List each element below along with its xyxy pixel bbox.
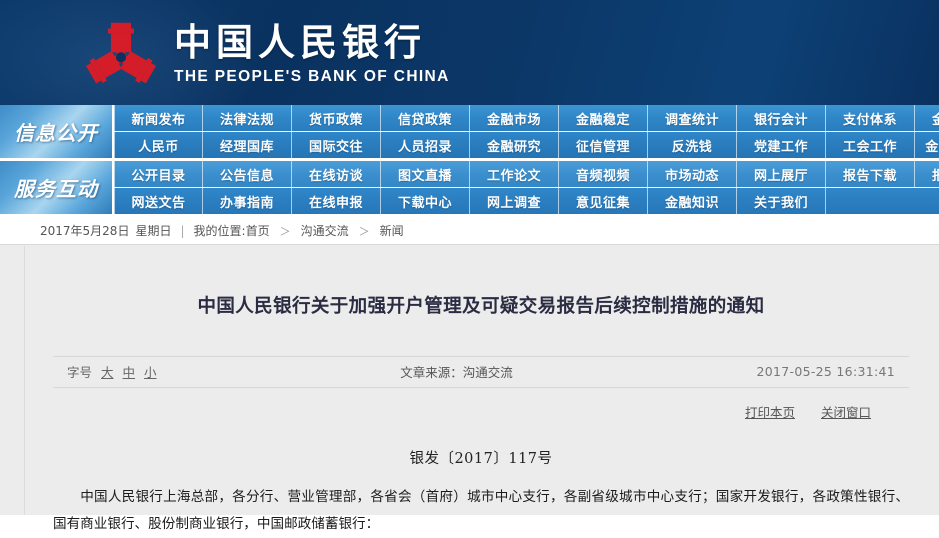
nav-rows-service-interaction: 公开目录 公告信息 在线访谈 图文直播 工作论文 音频视频 市场动态 网上展厅 … xyxy=(114,161,939,214)
nav-block-info-disclosure: 信息公开 新闻发布 法律法规 货币政策 信贷政策 金融市场 金融稳定 调查统计 … xyxy=(0,105,939,158)
nav-row-spacer xyxy=(826,188,939,214)
nav-item-online-documents[interactable]: 网送文告 xyxy=(114,188,203,214)
breadcrumb-item-home[interactable]: 首页 xyxy=(246,222,270,239)
font-size-small-button[interactable]: 小 xyxy=(144,362,157,381)
breadcrumb-separator: | xyxy=(180,223,185,238)
nav-item-rmb[interactable]: 人民币 xyxy=(114,132,203,158)
nav-rows-info-disclosure: 新闻发布 法律法规 货币政策 信贷政策 金融市场 金融稳定 调查统计 银行会计 … xyxy=(114,105,939,158)
nav-item-recruitment[interactable]: 人员招录 xyxy=(381,132,470,158)
nav-item-working-papers[interactable]: 工作论文 xyxy=(470,161,559,187)
font-size-medium-button[interactable]: 中 xyxy=(123,362,136,381)
nav-item-union-work[interactable]: 工会工作 xyxy=(826,132,915,158)
nav-row: 新闻发布 法律法规 货币政策 信贷政策 金融市场 金融稳定 调查统计 银行会计 … xyxy=(114,105,939,131)
article-panel: 中国人民银行关于加强开户管理及可疑交易报告后续控制措施的通知 字号 大 中 小 … xyxy=(24,246,937,532)
nav-item-laws-regulations[interactable]: 法律法规 xyxy=(203,105,292,131)
nav-item-credit-reference[interactable]: 征信管理 xyxy=(559,132,648,158)
nav-item-credit-policy[interactable]: 信贷政策 xyxy=(381,105,470,131)
nav-item-international-exchange[interactable]: 国际交往 xyxy=(292,132,381,158)
nav-item-live-broadcast[interactable]: 图文直播 xyxy=(381,161,470,187)
nav-item-financial-research[interactable]: 金融研究 xyxy=(470,132,559,158)
nav-item-download-center[interactable]: 下载中心 xyxy=(381,188,470,214)
nav-item-financial-market[interactable]: 金融市场 xyxy=(470,105,559,131)
nav-item-online-interview[interactable]: 在线访谈 xyxy=(292,161,381,187)
nav-item-fintech[interactable]: 金融科技 xyxy=(915,105,939,131)
font-size-control: 字号 大 中 小 xyxy=(67,362,157,381)
nav-row: 人民币 经理国库 国际交往 人员招录 金融研究 征信管理 反洗钱 党建工作 工会… xyxy=(114,131,939,158)
article-meta-row: 字号 大 中 小 文章来源：沟通交流 2017-05-25 16:31:41 xyxy=(53,355,909,388)
nav-section-label-service-interaction[interactable]: 服务互动 xyxy=(0,161,114,214)
nav-item-about-us[interactable]: 关于我们 xyxy=(737,188,826,214)
nav-block-service-interaction: 服务互动 公开目录 公告信息 在线访谈 图文直播 工作论文 音频视频 市场动态 … xyxy=(0,161,939,214)
breadcrumb-item-communication[interactable]: 沟通交流 xyxy=(301,222,349,239)
nav-item-market-trends[interactable]: 市场动态 xyxy=(648,161,737,187)
article-tools: 打印本页 关闭窗口 xyxy=(53,402,909,421)
nav-item-payment-system[interactable]: 支付体系 xyxy=(826,105,915,131)
nav-item-announcements[interactable]: 公告信息 xyxy=(203,161,292,187)
breadcrumb-location-label: 我的位置: xyxy=(193,224,246,238)
nav-item-online-survey[interactable]: 网上调查 xyxy=(470,188,559,214)
nav-item-monetary-policy[interactable]: 货币政策 xyxy=(292,105,381,131)
nav-item-bank-accounting[interactable]: 银行会计 xyxy=(737,105,826,131)
nav-item-financial-standardization[interactable]: 金融标准化 xyxy=(915,132,939,158)
site-header: 中国人民银行 THE PEOPLE'S BANK OF CHINA xyxy=(0,0,939,105)
document-number: 银发〔2017〕117号 xyxy=(409,450,553,467)
nav-item-anti-money-laundering[interactable]: 反洗钱 xyxy=(648,132,737,158)
nav-item-online-exhibition[interactable]: 网上展厅 xyxy=(737,161,826,187)
nav-section-label-info-disclosure[interactable]: 信息公开 xyxy=(0,105,114,158)
nav-item-treasury-management[interactable]: 经理国库 xyxy=(203,132,292,158)
page-title: 中国人民银行关于加强开户管理及可疑交易报告后续控制措施的通知 xyxy=(197,296,765,317)
nav-row: 网送文告 办事指南 在线申报 下载中心 网上调查 意见征集 金融知识 关于我们 xyxy=(114,187,939,214)
nav-item-financial-stability[interactable]: 金融稳定 xyxy=(559,105,648,131)
nav-item-audio-video[interactable]: 音频视频 xyxy=(559,161,648,187)
nav-item-financial-knowledge[interactable]: 金融知识 xyxy=(648,188,737,214)
article-area: 中国人民银行关于加强开户管理及可疑交易报告后续控制措施的通知 字号 大 中 小 … xyxy=(0,245,939,532)
nav-item-public-catalog[interactable]: 公开目录 xyxy=(114,161,203,187)
nav-item-yearbook[interactable]: 报刊年鉴 xyxy=(915,161,939,187)
header-inner: 中国人民银行 THE PEOPLE'S BANK OF CHINA xyxy=(0,0,939,105)
brand-text: 中国人民银行 THE PEOPLE'S BANK OF CHINA xyxy=(174,19,450,86)
close-window-button[interactable]: 关闭窗口 xyxy=(821,402,871,421)
nav-item-opinion-collection[interactable]: 意见征集 xyxy=(559,188,648,214)
nav-item-party-building[interactable]: 党建工作 xyxy=(737,132,826,158)
brand-name-cn: 中国人民银行 xyxy=(174,20,426,65)
nav-item-survey-statistics[interactable]: 调查统计 xyxy=(648,105,737,131)
chevron-right-icon: ＞ xyxy=(358,224,370,238)
breadcrumb-item-news[interactable]: 新闻 xyxy=(380,222,404,239)
nav-item-service-guide[interactable]: 办事指南 xyxy=(203,188,292,214)
main-navigation: 信息公开 新闻发布 法律法规 货币政策 信贷政策 金融市场 金融稳定 调查统计 … xyxy=(0,105,939,217)
article-body-paragraph: 中国人民银行上海总部，各分行、营业管理部，各省会（首府）城市中心支行，各副省级城… xyxy=(53,488,909,533)
pboc-emblem-icon[interactable] xyxy=(84,17,158,89)
brand-name-en: THE PEOPLE'S BANK OF CHINA xyxy=(174,67,450,85)
nav-item-online-declaration[interactable]: 在线申报 xyxy=(292,188,381,214)
article-body: 中国人民银行上海总部，各分行、营业管理部，各省会（首府）城市中心支行，各副省级城… xyxy=(53,484,909,538)
breadcrumb: 2017年5月28日 星期日 | 我的位置: 首页 ＞ 沟通交流 ＞ 新闻 xyxy=(0,217,939,245)
article-timestamp: 2017-05-25 16:31:41 xyxy=(756,364,895,380)
breadcrumb-date: 2017年5月28日 xyxy=(40,224,130,238)
breadcrumb-weekday: 星期日 xyxy=(135,224,172,238)
article-source: 文章来源：沟通交流 xyxy=(400,365,513,381)
nav-item-report-download[interactable]: 报告下载 xyxy=(826,161,915,187)
font-size-large-button[interactable]: 大 xyxy=(101,362,114,381)
print-page-button[interactable]: 打印本页 xyxy=(745,402,795,421)
nav-row: 公开目录 公告信息 在线访谈 图文直播 工作论文 音频视频 市场动态 网上展厅 … xyxy=(114,161,939,187)
nav-item-news-release[interactable]: 新闻发布 xyxy=(114,105,203,131)
font-size-label: 字号 xyxy=(67,365,93,381)
chevron-right-icon: ＞ xyxy=(279,224,291,238)
